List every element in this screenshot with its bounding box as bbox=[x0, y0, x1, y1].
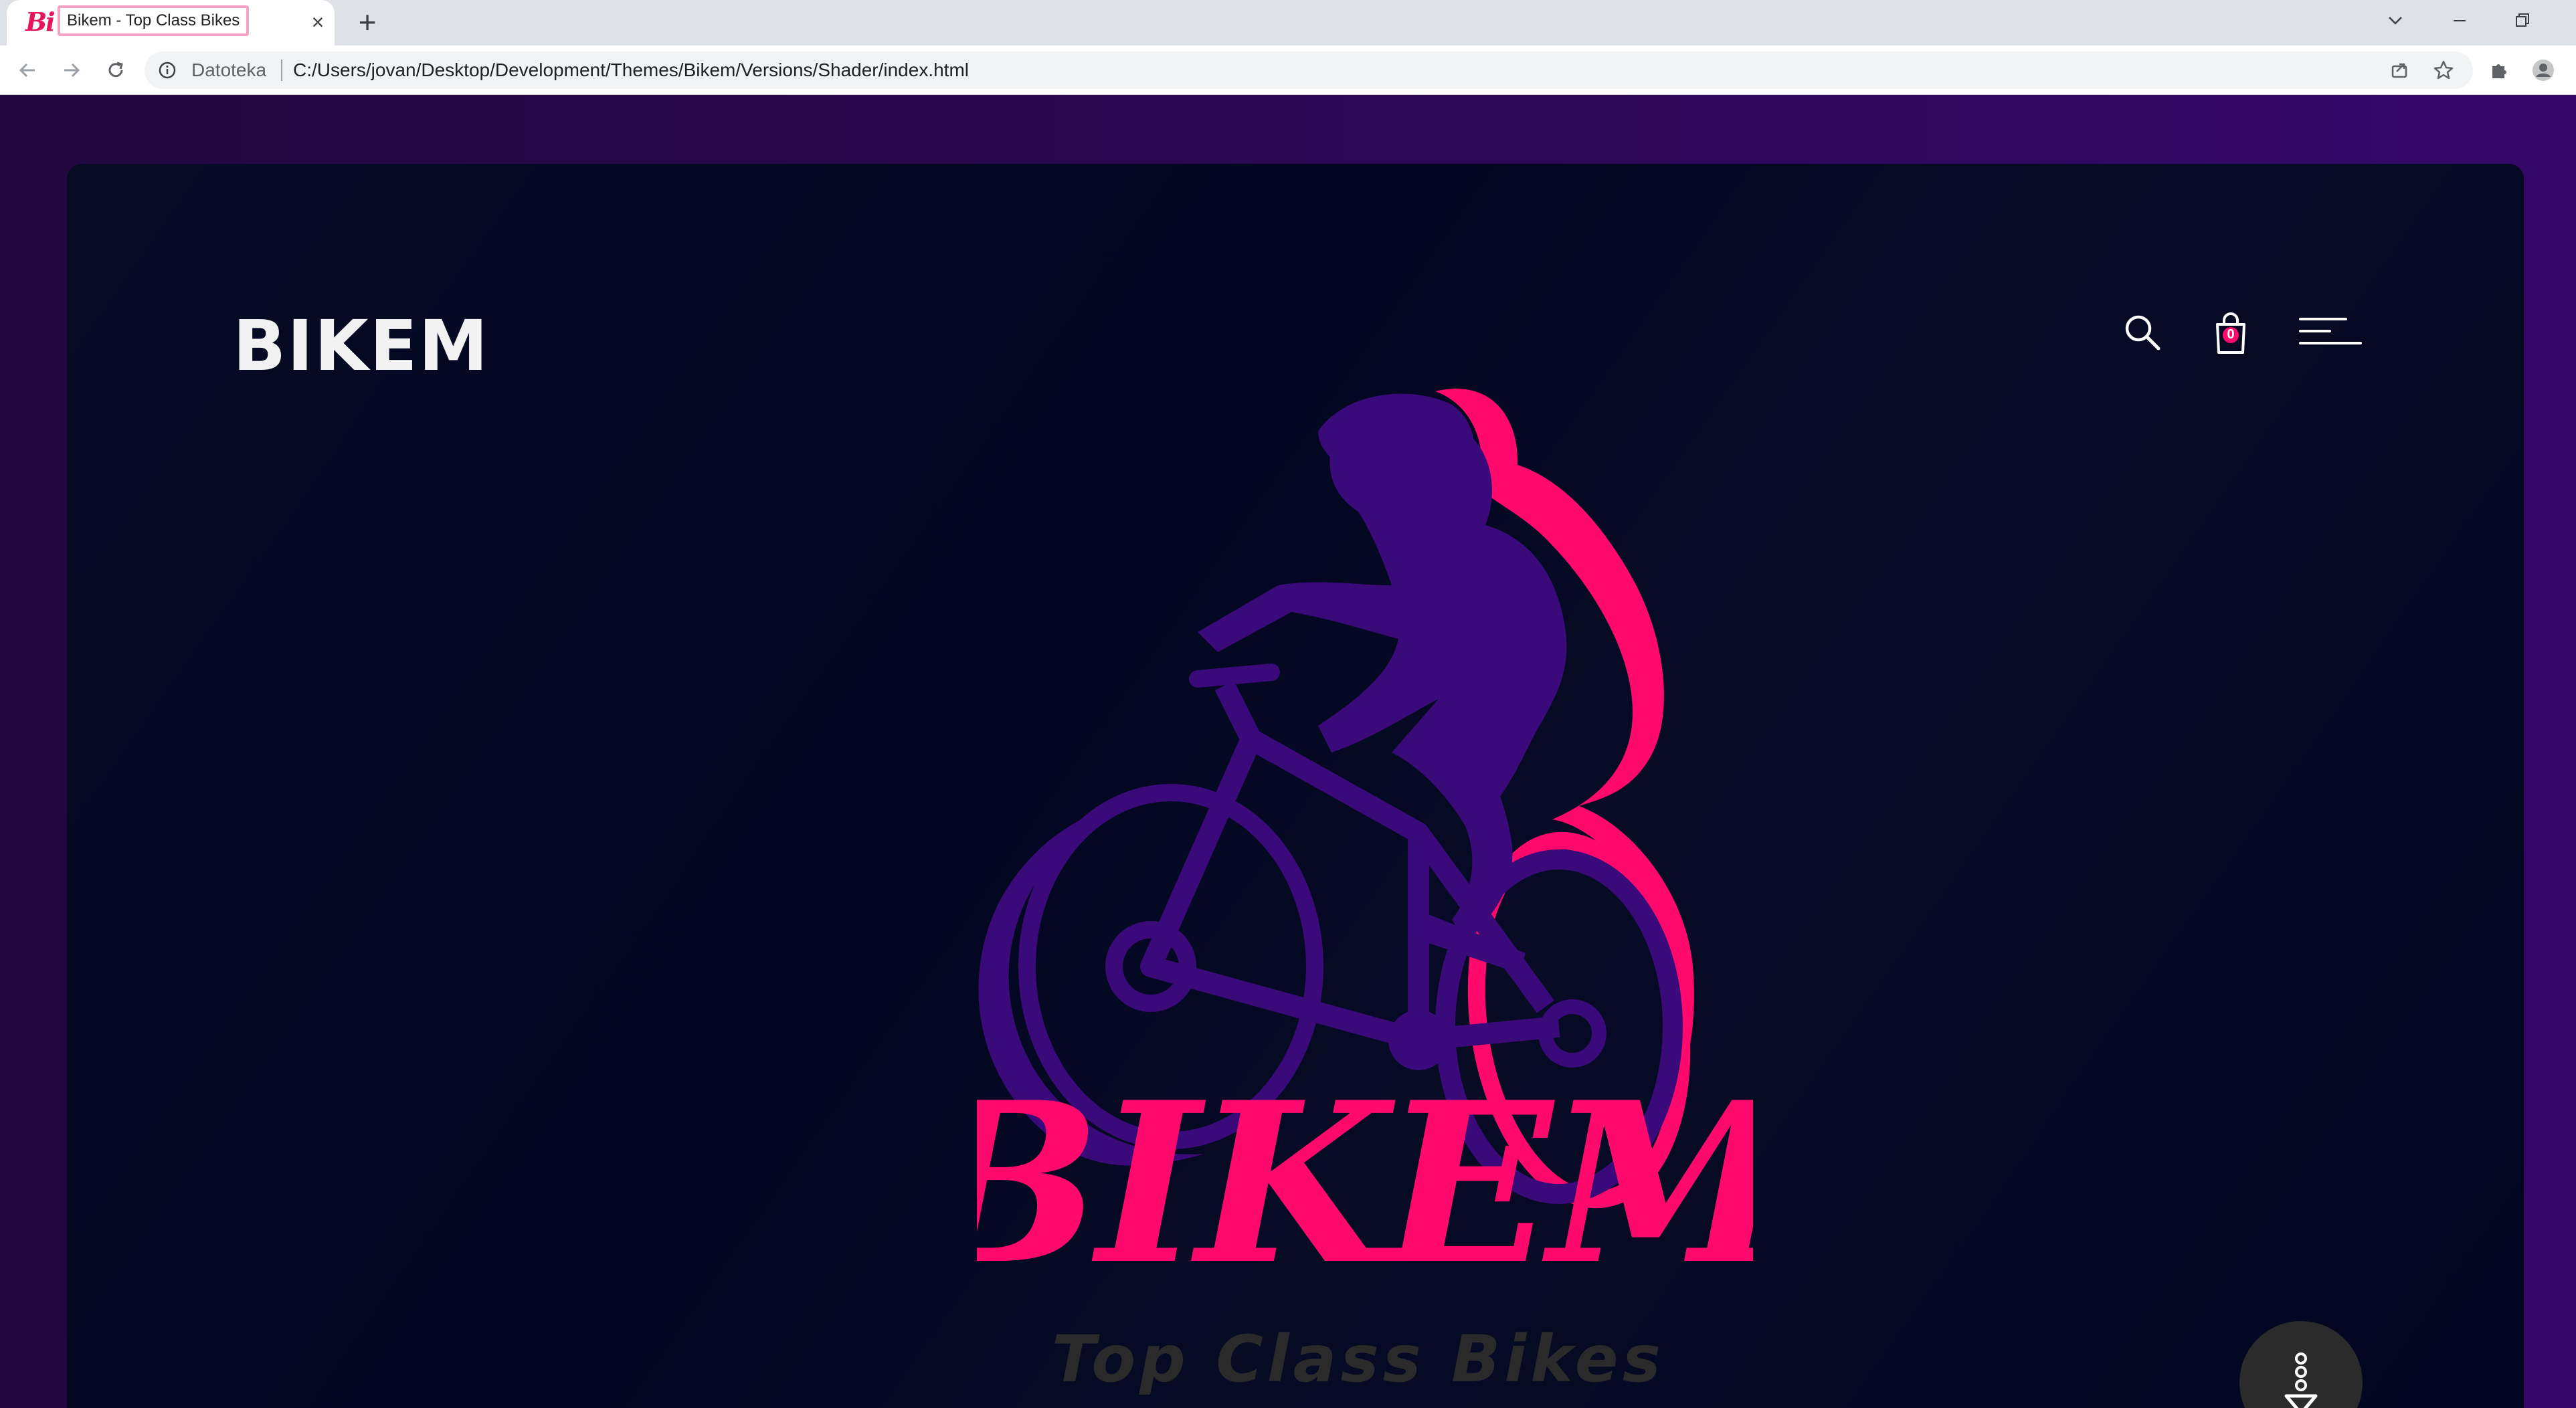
scroll-down-icon bbox=[2284, 1352, 2318, 1408]
minimize-button[interactable] bbox=[2440, 4, 2480, 40]
forward-button[interactable] bbox=[56, 55, 87, 86]
browser-tab[interactable]: Bi Bikem - Top Class Bikes × bbox=[7, 0, 335, 45]
url-text[interactable]: C:/Users/jovan/Desktop/Development/Theme… bbox=[293, 52, 969, 89]
menu-button[interactable] bbox=[2295, 310, 2362, 358]
chevron-down-icon bbox=[2389, 17, 2402, 25]
site-favicon-icon: Bi bbox=[25, 7, 56, 37]
reload-button[interactable] bbox=[100, 55, 131, 86]
extensions-button[interactable] bbox=[2484, 55, 2514, 86]
site-info-label[interactable]: Datoteka bbox=[191, 52, 266, 89]
new-tab-button[interactable]: + bbox=[351, 5, 384, 39]
hero-tagline: Top Class Bikes bbox=[1052, 1322, 1665, 1397]
tab-search-button[interactable] bbox=[2375, 4, 2415, 40]
hero-wordmark-text: BIKEM bbox=[977, 1080, 1753, 1313]
profile-icon bbox=[2533, 60, 2554, 81]
site-logo[interactable]: BIKEM bbox=[233, 311, 489, 381]
cart-count-badge: 0 bbox=[2227, 327, 2235, 342]
cart-button[interactable]: 0 bbox=[2212, 310, 2249, 358]
info-icon[interactable] bbox=[158, 61, 177, 80]
scroll-down-button[interactable] bbox=[2239, 1321, 2363, 1408]
browser-tab-strip: Bi Bikem - Top Class Bikes × + bbox=[0, 0, 2576, 45]
address-bar[interactable]: Datoteka C:/Users/jovan/Desktop/Developm… bbox=[145, 52, 2473, 89]
tab-close-icon[interactable]: × bbox=[304, 8, 332, 36]
forward-icon bbox=[64, 63, 80, 78]
omnibox-separator bbox=[281, 60, 282, 81]
tab-title: Bikem - Top Class Bikes bbox=[58, 5, 250, 36]
minimize-icon bbox=[2454, 20, 2466, 21]
hero-wordmark: BIKEM Top Class Bikes bbox=[977, 1080, 1753, 1397]
search-icon[interactable] bbox=[2120, 310, 2168, 358]
back-button[interactable] bbox=[12, 55, 43, 86]
profile-button[interactable] bbox=[2528, 55, 2559, 86]
restore-icon bbox=[2516, 13, 2529, 27]
star-icon[interactable] bbox=[2431, 58, 2456, 82]
restore-button[interactable] bbox=[2502, 4, 2543, 40]
puzzle-icon bbox=[2492, 64, 2506, 78]
page-background: BIKEM 0 IKEM Top Class Bikes bbox=[0, 95, 2576, 1408]
share-icon[interactable] bbox=[2387, 58, 2411, 82]
back-icon bbox=[19, 63, 35, 78]
reload-icon bbox=[108, 62, 123, 78]
browser-toolbar: Datoteka C:/Users/jovan/Desktop/Developm… bbox=[0, 45, 2576, 95]
hero-section: BIKEM 0 IKEM Top Class Bikes bbox=[67, 164, 2524, 1408]
